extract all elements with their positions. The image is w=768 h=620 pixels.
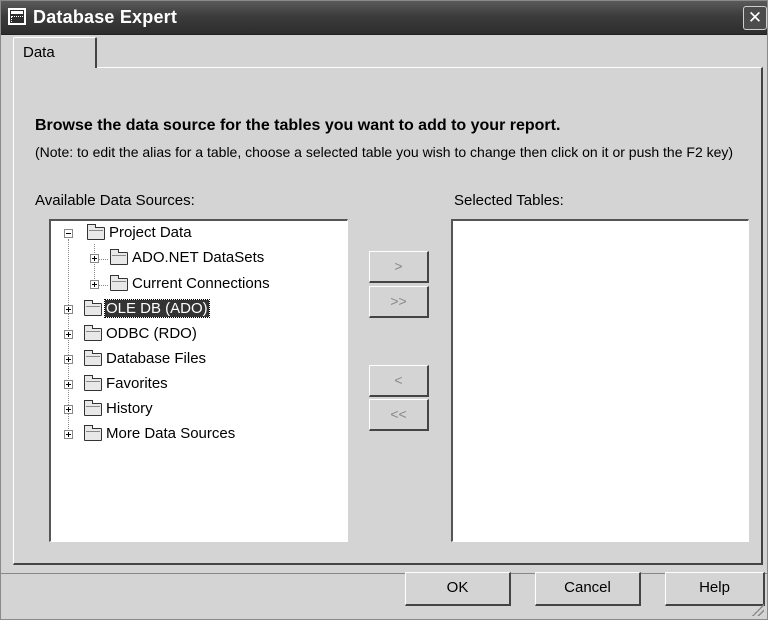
expand-icon[interactable] <box>90 254 99 263</box>
tree-node-history[interactable]: History <box>51 400 341 422</box>
available-sources-tree[interactable]: Project Data ADO.NET DataSets Current Co… <box>49 219 348 542</box>
tree-node-favorites[interactable]: Favorites <box>51 375 341 397</box>
folder-icon <box>84 400 102 416</box>
help-button[interactable]: Help <box>665 572 765 606</box>
collapse-icon[interactable] <box>64 229 73 238</box>
close-button[interactable]: ✕ <box>743 6 767 30</box>
tree-node-label: History <box>106 400 153 417</box>
expand-icon[interactable] <box>90 280 99 289</box>
database-expert-window: Database Expert ✕ Data Browse the data s… <box>0 0 768 620</box>
instruction-note: (Note: to edit the alias for a table, ch… <box>35 144 734 160</box>
expand-icon[interactable] <box>64 355 73 364</box>
tree-node-project-data[interactable]: Project Data <box>51 224 341 246</box>
expand-icon[interactable] <box>64 305 73 314</box>
expand-icon[interactable] <box>64 380 73 389</box>
folder-icon <box>84 375 102 391</box>
folder-icon <box>84 300 102 316</box>
tree-node-ole-db[interactable]: OLE DB (ADO) <box>51 299 341 322</box>
expand-icon[interactable] <box>64 330 73 339</box>
ok-button[interactable]: OK <box>405 572 511 606</box>
folder-icon <box>84 325 102 341</box>
available-sources-label: Available Data Sources: <box>35 192 195 209</box>
tree-node-current-connections[interactable]: Current Connections <box>51 275 341 297</box>
cancel-button[interactable]: Cancel <box>535 572 641 606</box>
remove-table-button[interactable]: < <box>369 365 429 397</box>
title-bar[interactable]: Database Expert ✕ <box>1 1 767 35</box>
folder-icon <box>110 275 128 291</box>
folder-icon <box>110 249 128 265</box>
tree-node-label: Current Connections <box>132 275 270 292</box>
resize-grip[interactable] <box>752 604 764 616</box>
footer-divider <box>1 573 767 574</box>
tree-node-label: OLE DB (ADO) <box>104 299 210 318</box>
instruction-heading: Browse the data source for the tables yo… <box>35 117 561 134</box>
tree-node-more-data-sources[interactable]: More Data Sources <box>51 425 341 447</box>
tree-node-ado-net-datasets[interactable]: ADO.NET DataSets <box>51 249 341 271</box>
tree-node-database-files[interactable]: Database Files <box>51 350 341 372</box>
remove-all-tables-button[interactable]: << <box>369 399 429 431</box>
add-all-tables-button[interactable]: >> <box>369 286 429 318</box>
tab-data[interactable]: Data <box>13 37 97 68</box>
folder-icon <box>84 350 102 366</box>
tree-node-odbc[interactable]: ODBC (RDO) <box>51 325 341 347</box>
tree-node-label: Favorites <box>106 375 168 392</box>
window-title: Database Expert <box>33 7 178 27</box>
folder-icon <box>84 425 102 441</box>
expand-icon[interactable] <box>64 430 73 439</box>
selected-tables-label: Selected Tables: <box>454 192 564 209</box>
selected-tables-list[interactable] <box>451 219 749 542</box>
tree-node-label: ODBC (RDO) <box>106 325 197 342</box>
app-icon <box>8 8 26 25</box>
tree-node-label: ADO.NET DataSets <box>132 249 265 266</box>
expand-icon[interactable] <box>64 405 73 414</box>
add-table-button[interactable]: > <box>369 251 429 283</box>
tree-node-label: Project Data <box>109 224 192 241</box>
folder-icon <box>87 224 105 240</box>
tree-node-label: Database Files <box>106 350 207 367</box>
tree-node-label: More Data Sources <box>106 425 236 442</box>
